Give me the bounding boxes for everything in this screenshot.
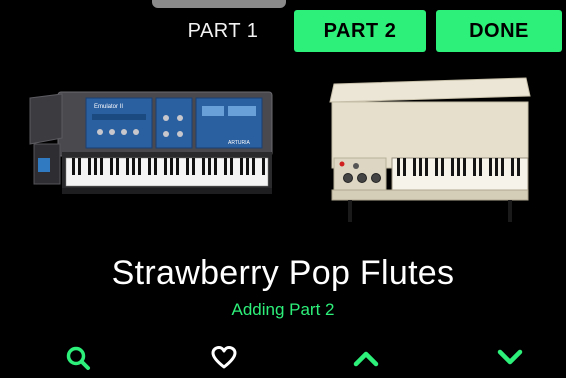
search-icon (66, 346, 90, 370)
part-1-instrument-image[interactable]: Emulator II ARTURIA (28, 88, 274, 206)
patch-status: Adding Part 2 (231, 300, 335, 319)
chevron-down-icon (497, 349, 523, 365)
chevron-up-icon (353, 351, 379, 367)
top-tab-indicator (152, 0, 286, 8)
instrument-brand-label: ARTURIA (228, 140, 251, 146)
previous-button[interactable] (346, 342, 386, 374)
part-2-instrument-image[interactable] (326, 74, 536, 226)
done-button[interactable]: DONE (436, 10, 562, 52)
search-button[interactable] (58, 342, 98, 374)
done-button-label: DONE (469, 19, 529, 42)
tab-part-1-label: PART 1 (187, 19, 259, 42)
patch-name: Strawberry Pop Flutes (111, 254, 455, 292)
favorite-button[interactable] (204, 342, 244, 374)
tab-part-2[interactable]: PART 2 (294, 10, 426, 52)
heart-icon (211, 346, 237, 369)
tab-part-1[interactable]: PART 1 (168, 10, 278, 52)
tab-part-2-label: PART 2 (323, 19, 397, 42)
next-button[interactable] (490, 342, 530, 374)
instrument-panel-label: Emulator II (94, 104, 123, 110)
